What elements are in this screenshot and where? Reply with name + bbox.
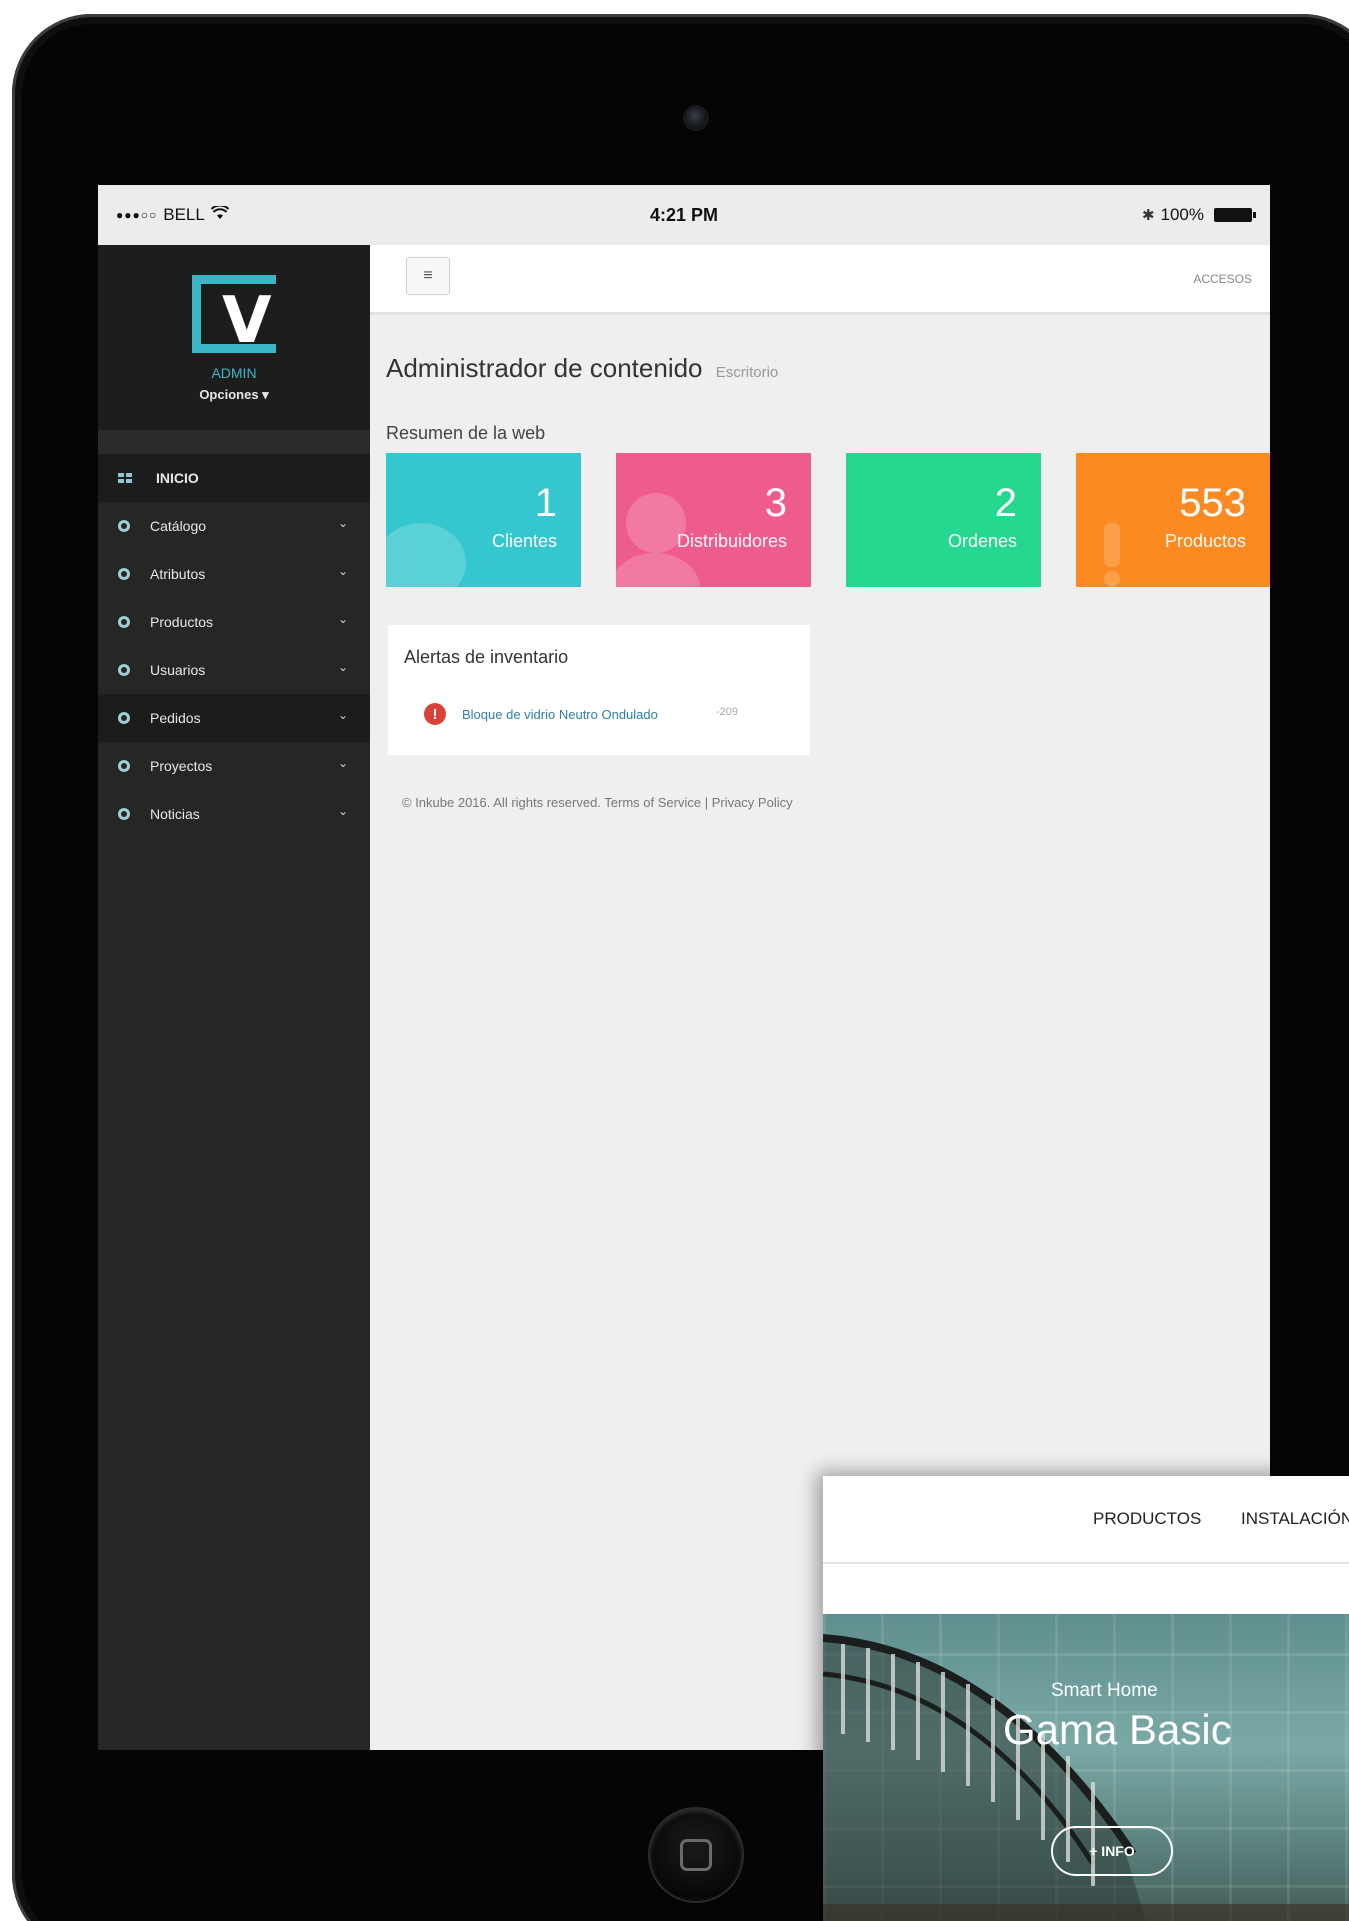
- status-time: 4:21 PM: [649, 204, 719, 225]
- sidebar-item-label: Productos: [150, 614, 214, 630]
- circle-icon: [118, 520, 130, 532]
- sidebar-item-usuarios[interactable]: Usuarios ⌄: [98, 646, 370, 694]
- chevron-down-icon: ⌄: [337, 660, 348, 674]
- top-bar: ≡ ACCESOS: [370, 245, 1270, 315]
- sidebar-item-label: Usuarios: [150, 662, 206, 678]
- page-subtitle: Escritorio: [715, 364, 779, 381]
- hero-title: Gama Basic: [1003, 1706, 1232, 1753]
- sidebar-item-noticias[interactable]: Noticias ⌄: [98, 790, 370, 838]
- sidebar-item-label: Atributos: [150, 566, 206, 582]
- page-title: Administrador de contenido Escritorio: [386, 353, 778, 384]
- stat-card-ordenes[interactable]: 2 Ordenes: [846, 453, 1041, 587]
- bluetooth-icon: ✱: [1141, 207, 1155, 224]
- chevron-down-icon: ⌄: [337, 516, 348, 530]
- battery-percent: 100%: [1160, 205, 1204, 224]
- sidebar: V ADMIN Opciones ▾ INICIO Catálogo ⌄ Atr…: [98, 245, 370, 1750]
- signal-dots: ●●●○○: [116, 208, 158, 222]
- circle-icon: [118, 568, 130, 580]
- sidebar-item-catalogo[interactable]: Catálogo ⌄: [98, 502, 370, 550]
- stat-value: 3: [764, 481, 787, 525]
- alert-icon: !: [424, 703, 446, 725]
- circle-icon: [118, 808, 130, 820]
- stat-card-distribuidores[interactable]: 3 Distribuidores: [616, 453, 811, 587]
- summary-label: Resumen de la web: [386, 423, 546, 443]
- website-nav: PRODUCTOS INSTALACIÓN: [823, 1476, 1349, 1564]
- info-button[interactable]: + INFO: [1051, 1826, 1173, 1876]
- hero-banner: Smart Home Gama Basic + INFO: [823, 1614, 1349, 1921]
- stat-value: 1: [534, 481, 557, 525]
- role-label: ADMIN: [211, 365, 257, 381]
- sidebar-item-label: Pedidos: [150, 710, 201, 726]
- accesos-link[interactable]: ACCESOS: [1193, 272, 1252, 286]
- footer-text: © Inkube 2016. All rights reserved. Term…: [402, 795, 793, 810]
- alert-item: ! Bloque de vidrio Neutro Ondulado: [424, 703, 658, 725]
- status-bar: ●●●○○ BELL 4:21 PM ✱ 100%: [98, 185, 1270, 245]
- circle-icon: [118, 712, 130, 724]
- chevron-down-icon: ⌄: [337, 564, 348, 578]
- website-preview: PRODUCTOS INSTALACIÓN Smart Home Gama Ba…: [823, 1476, 1349, 1921]
- stat-card-clientes[interactable]: 1 Clientes: [386, 453, 581, 587]
- stat-card-productos[interactable]: 553 Productos: [1076, 453, 1270, 587]
- alert-quantity: -209: [716, 706, 739, 718]
- circle-icon: [118, 664, 130, 676]
- chevron-down-icon: ⌄: [337, 756, 348, 770]
- sidebar-item-productos[interactable]: Productos ⌄: [98, 598, 370, 646]
- sidebar-item-label: Proyectos: [150, 758, 213, 774]
- battery-icon: [1214, 208, 1256, 222]
- circle-icon: [118, 616, 130, 628]
- chevron-down-icon: ⌄: [337, 804, 348, 818]
- logo: V: [192, 275, 276, 355]
- carrier-name: BELL: [163, 205, 205, 224]
- chevron-down-icon: ⌄: [337, 708, 348, 722]
- sidebar-item-proyectos[interactable]: Proyectos ⌄: [98, 742, 370, 790]
- hero-kicker: Smart Home: [1051, 1680, 1158, 1701]
- stat-label: Distribuidores: [676, 531, 787, 551]
- sidebar-item-label: INICIO: [156, 470, 199, 486]
- home-button[interactable]: [650, 1809, 742, 1901]
- stat-value: 2: [994, 481, 1017, 525]
- sidebar-item-label: Noticias: [150, 806, 200, 822]
- options-dropdown[interactable]: Opciones ▾: [199, 387, 268, 403]
- sidebar-item-pedidos[interactable]: Pedidos ⌄: [98, 694, 370, 742]
- circle-icon: [118, 760, 130, 772]
- sidebar-item-label: Catálogo: [150, 518, 207, 534]
- sidebar-item-inicio[interactable]: INICIO: [98, 454, 370, 502]
- page-title-text: Administrador de contenido: [386, 353, 703, 383]
- chevron-down-icon: ⌄: [337, 612, 348, 626]
- nav-link-instalacion[interactable]: INSTALACIÓN: [1241, 1509, 1349, 1529]
- grid-icon: [118, 473, 132, 483]
- sidebar-item-atributos[interactable]: Atributos ⌄: [98, 550, 370, 598]
- camera-icon: [685, 107, 707, 129]
- wifi-icon: [210, 204, 230, 225]
- logo-letter: V: [222, 284, 272, 358]
- nav-link-productos[interactable]: PRODUCTOS: [1093, 1509, 1201, 1529]
- alerts-title: Alertas de inventario: [404, 647, 569, 667]
- stat-label: Ordenes: [947, 531, 1017, 551]
- stat-label: Productos: [1164, 531, 1246, 551]
- alert-product-link[interactable]: Bloque de vidrio Neutro Ondulado: [462, 707, 658, 722]
- stat-label: Clientes: [491, 531, 557, 551]
- menu-toggle-button[interactable]: ≡: [406, 257, 450, 295]
- brand-block: V ADMIN Opciones ▾: [98, 245, 370, 430]
- home-square-icon: [680, 1839, 712, 1871]
- stat-value: 553: [1179, 481, 1246, 525]
- inventory-alerts-panel: Alertas de inventario ! Bloque de vidrio…: [388, 625, 810, 755]
